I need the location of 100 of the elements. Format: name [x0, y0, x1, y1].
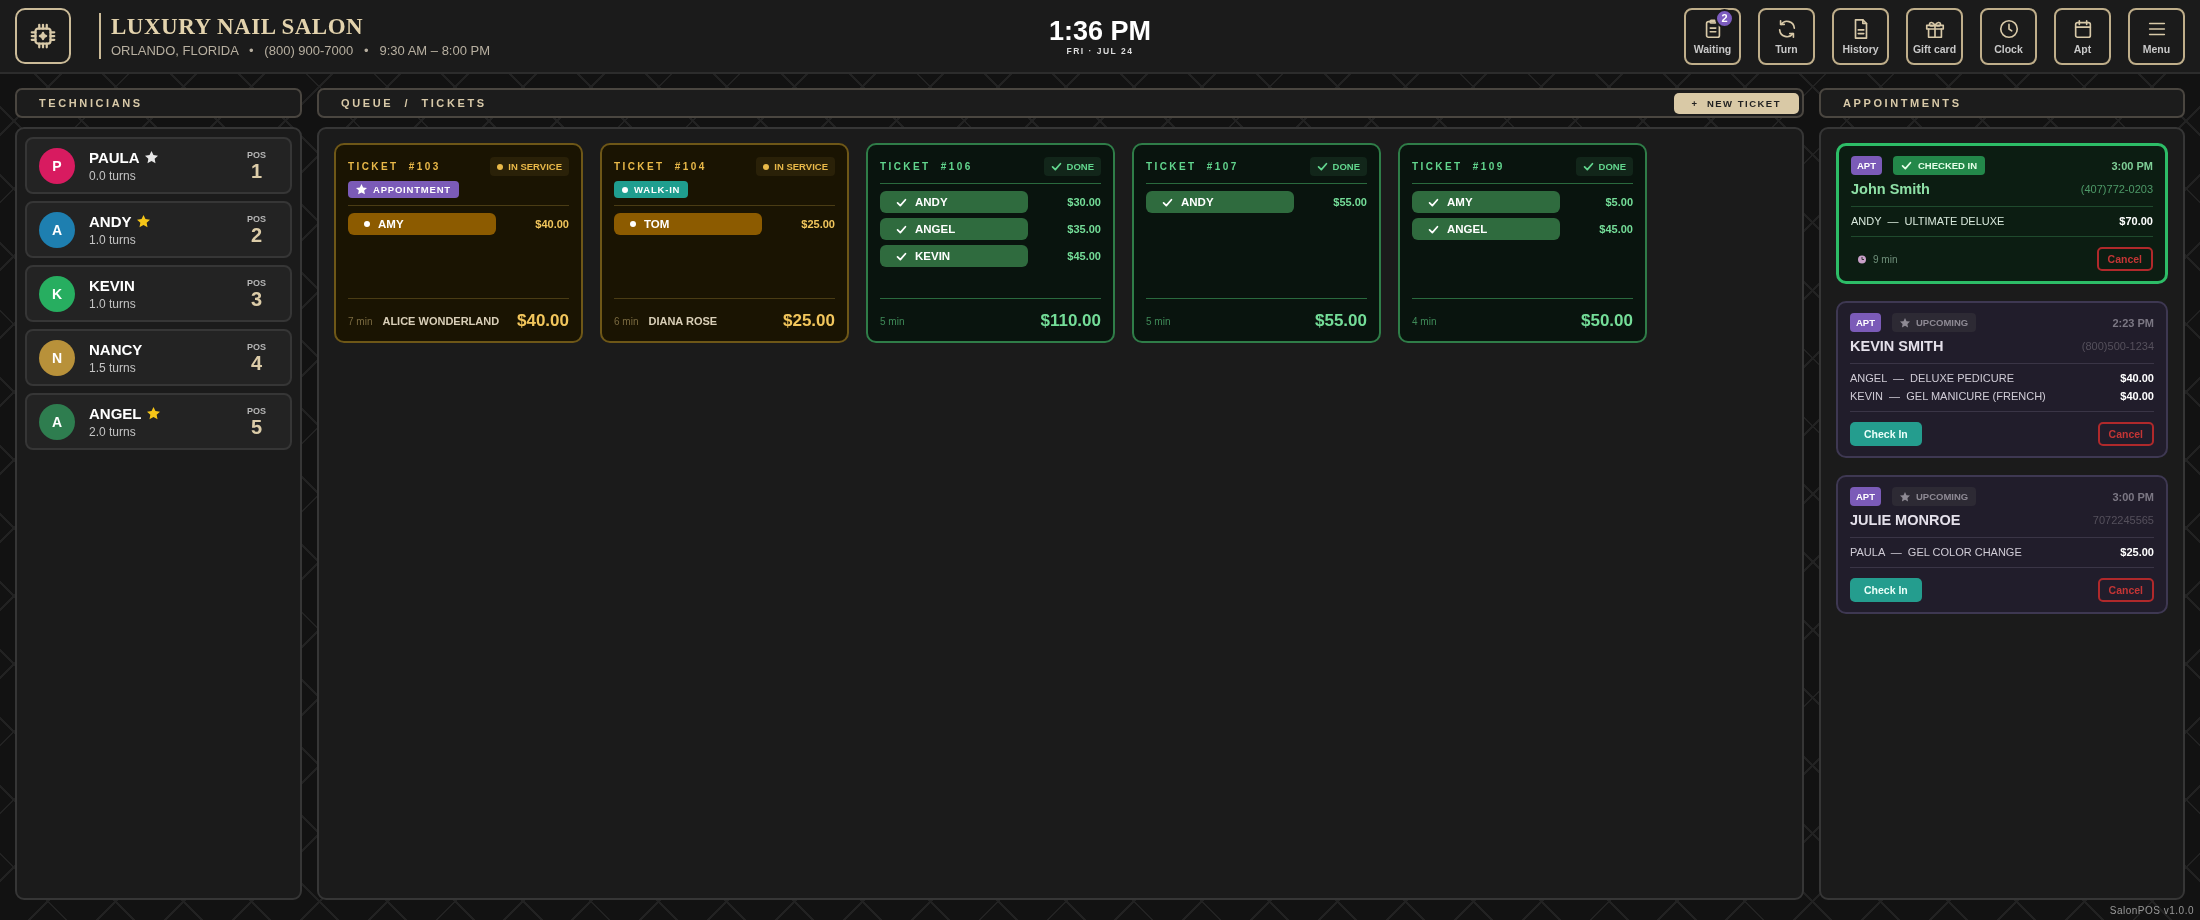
- service-price: $45.00: [1599, 223, 1633, 235]
- status-badge: UPCOMING: [1892, 487, 1977, 506]
- toolbar-button[interactable]: Gift card: [1906, 7, 1963, 65]
- toolbar-button[interactable]: Waiting 2: [1684, 7, 1741, 65]
- status-badge: DONE: [1043, 157, 1101, 176]
- technician-card[interactable]: N NANCY 1.5 turns POS 4: [25, 329, 292, 386]
- dot-icon: [763, 163, 770, 170]
- timer-icon: [1857, 254, 1867, 264]
- service-price: $25.00: [2120, 546, 2154, 558]
- service-price: $40.00: [535, 218, 569, 230]
- client-name: John Smith: [1851, 181, 1930, 197]
- ticket-total: $110.00: [1040, 311, 1101, 331]
- ticket-total: $50.00: [1581, 311, 1633, 331]
- technician-name: NANCY: [89, 340, 143, 358]
- turn-count: 1.5 turns: [89, 360, 137, 375]
- salon-name: LUXURY NAIL SALON: [111, 14, 365, 40]
- ticket-total: $40.00: [517, 311, 569, 331]
- technician-card[interactable]: K KEVIN 1.0 turns POS 3: [25, 265, 292, 322]
- position-label: POS: [247, 405, 266, 416]
- turn-count: 2.0 turns: [89, 424, 137, 439]
- appointment-time: 3:00 PM: [2111, 159, 2153, 172]
- star-icon: [1900, 317, 1910, 328]
- avatar-circle: P: [39, 147, 75, 184]
- service-price: $40.00: [2120, 390, 2154, 402]
- avatar-circle: A: [39, 403, 75, 440]
- technician-pill[interactable]: ANGEL: [880, 218, 1028, 240]
- check-icon: [1316, 161, 1328, 172]
- technician-name: KEVIN: [89, 276, 135, 294]
- type-tag: APPOINTMENT: [348, 181, 459, 198]
- toolbar-button[interactable]: Turn: [1758, 7, 1815, 65]
- star-icon: [356, 184, 367, 195]
- technician-card[interactable]: A ANGEL 2.0 turns POS 5: [25, 393, 292, 450]
- service-price: $40.00: [2120, 372, 2154, 384]
- appointment-card[interactable]: APT CHECKED IN 3:00 PM John Smith (407)772-0203 ANDY — ULTIMATE DELUXE $70.00 9 min Cancel: [1836, 143, 2168, 284]
- clock-time: 1:36 PM: [1048, 16, 1151, 46]
- elapsed-time: 4 min: [1412, 315, 1437, 327]
- ticket-card[interactable]: TICKET #107 DONE ANDY $55.00 5 min $55.00: [1132, 143, 1381, 343]
- toolbar-button[interactable]: History: [1832, 7, 1889, 65]
- service-price: $70.00: [2119, 215, 2153, 227]
- technician-pill[interactable]: TOM: [614, 213, 762, 235]
- ticket-total: $55.00: [1315, 311, 1367, 331]
- turn-count: 0.0 turns: [89, 168, 137, 183]
- dot-icon: [364, 221, 370, 227]
- ticket-card[interactable]: TICKET #103 IN SERVICE APPOINTMENT AMY $40.00 7 min ALICE WONDERLAND $40.00: [334, 143, 583, 343]
- toolbar-button[interactable]: Clock: [1980, 7, 2037, 65]
- toolbar-button[interactable]: Menu: [2128, 7, 2185, 65]
- section-title: QUEUE / TICKETS: [341, 97, 487, 109]
- position-label: POS: [247, 149, 266, 160]
- check-icon: [1428, 196, 1439, 208]
- dot-icon: [622, 186, 628, 193]
- customer-name: DIANA ROSE: [648, 315, 718, 327]
- position-label: POS: [247, 213, 266, 224]
- service-price: $30.00: [1067, 196, 1101, 208]
- ticket-title: TICKET #103: [348, 161, 441, 172]
- appointment-time: 2:23 PM: [2112, 316, 2154, 329]
- ticket-title: TICKET #104: [614, 161, 707, 172]
- status-badge: CHECKED IN: [1893, 156, 1986, 175]
- avatar-circle: K: [39, 275, 75, 312]
- check-icon: [1901, 160, 1912, 171]
- technician-pill[interactable]: AMY: [1412, 191, 1560, 213]
- technician-card[interactable]: A ANDY 1.0 turns POS 2: [25, 201, 292, 258]
- toolbar-button[interactable]: Apt: [2054, 7, 2111, 65]
- elapsed-time: 6 min: [614, 315, 639, 327]
- type-tag: WALK-IN: [614, 181, 689, 198]
- technician-pill[interactable]: ANDY: [880, 191, 1028, 213]
- position-number: 2: [250, 223, 263, 246]
- clock-date: FRI · JUL 24: [1065, 46, 1135, 56]
- star-icon: [1900, 491, 1910, 502]
- technician-name: PAULA: [89, 148, 140, 166]
- check-icon: [1162, 196, 1173, 208]
- dot-icon: [630, 221, 636, 227]
- service-line: KEVIN — GEL MANICURE (FRENCH): [1850, 390, 2046, 402]
- position-number: 4: [250, 351, 263, 374]
- elapsed-time: 5 min: [880, 315, 905, 327]
- position-number: 5: [250, 415, 263, 438]
- ticket-card[interactable]: TICKET #109 DONE AMY $5.00 ANGEL $45.00 4 min $50.00: [1398, 143, 1647, 343]
- check-icon: [1582, 161, 1594, 172]
- apt-tag: APT: [1850, 487, 1881, 506]
- service-price: $55.00: [1333, 196, 1367, 208]
- chip-icon: [28, 21, 58, 51]
- service-price: $5.00: [1605, 196, 1633, 208]
- salon-details: ORLANDO, FLORIDA • (800) 900-7000 • 9:30 AM – 8:00 PM: [111, 43, 491, 58]
- status-badge: DONE: [1575, 157, 1633, 176]
- section-title: TECHNICIANS: [39, 97, 143, 109]
- technician-pill[interactable]: KEVIN: [880, 245, 1028, 267]
- technician-pill[interactable]: ANGEL: [1412, 218, 1560, 240]
- technician-pill[interactable]: ANDY: [1146, 191, 1294, 213]
- technician-pill[interactable]: AMY: [348, 213, 496, 235]
- count-badge: 2: [1715, 8, 1734, 28]
- new-ticket-button[interactable]: + NEW TICKET: [1673, 92, 1799, 114]
- ticket-card[interactable]: TICKET #106 DONE ANDY $30.00 ANGEL $35.00 KEVIN $45.00 5 min $110.00: [866, 143, 1115, 343]
- technician-name: ANGEL: [89, 404, 142, 422]
- technician-card[interactable]: P PAULA 0.0 turns POS 1: [25, 137, 292, 194]
- apt-tag: APT: [1851, 156, 1882, 175]
- elapsed-time: 7 min: [348, 315, 373, 327]
- ticket-card[interactable]: TICKET #104 IN SERVICE WALK-IN TOM $25.00 6 min DIANA ROSE $25.00: [600, 143, 849, 343]
- status-badge: UPCOMING: [1892, 313, 1977, 332]
- phone-number: (407)772-0203: [2080, 183, 2153, 195]
- apt-tag: APT: [1850, 313, 1881, 332]
- position-number: 1: [250, 159, 263, 182]
